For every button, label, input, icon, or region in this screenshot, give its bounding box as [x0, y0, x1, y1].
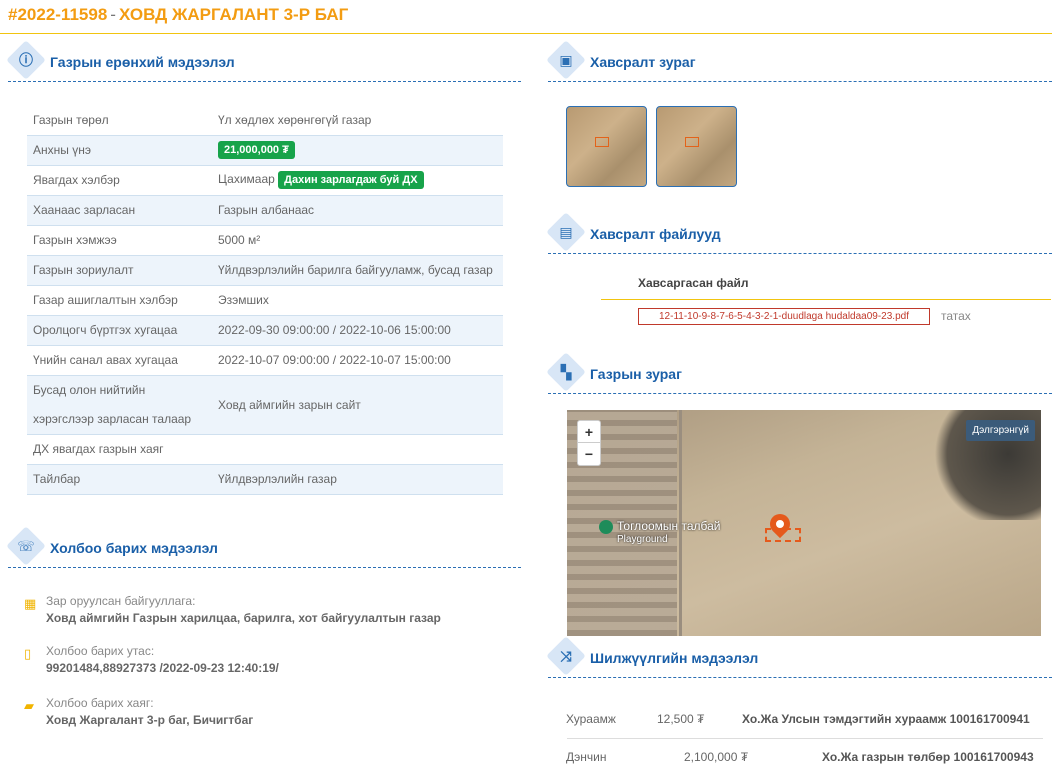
- row-value: Ховд аймгийн зарын сайт: [212, 375, 503, 435]
- transfer-title: Шилжүүлгийн мэдээлэл: [590, 650, 759, 666]
- row-key: Газрын хэмжээ: [27, 225, 212, 256]
- auction-name: ХОВД ЖАРГАЛАНТ 3-Р БАГ: [118, 5, 349, 24]
- general-info-header: ⓘ Газрын ерөнхий мэдээлэл: [6, 40, 521, 82]
- table-row: Газрын төрөл Үл хөдлөх хөрөнгөгүй газар: [27, 105, 503, 136]
- general-info-table: Газрын төрөл Үл хөдлөх хөрөнгөгүй газар А…: [27, 105, 503, 495]
- row-value: [212, 434, 503, 465]
- photos-title: Хавсралт зураг: [590, 54, 696, 70]
- row-key: Явагдах хэлбэр: [27, 165, 212, 196]
- table-row: Явагдах хэлбэр Цахимаар Дахин зарлагдаж б…: [27, 165, 503, 196]
- page: #2022-11598- ХОВД ЖАРГАЛАНТ 3-Р БАГ ⓘ Газ…: [0, 0, 1052, 774]
- row-value: Цахимаар Дахин зарлагдаж буй ДХ: [212, 165, 503, 196]
- poi-label-en: Playground: [617, 534, 668, 545]
- table-row: Газар ашиглалтын хэлбэр Эзэмших: [27, 285, 503, 316]
- row-value: Үйлдвэрлэлийн барилга байгууламж, бусад …: [212, 255, 503, 286]
- deposit-amount: 2,100,000 ₮: [684, 750, 749, 764]
- deposit-label: Дэнчин: [566, 750, 607, 764]
- title-separator: -: [110, 5, 116, 24]
- row-value: Газрын албанаас: [212, 195, 503, 226]
- transfer-header: ⤨ Шилжүүлгийн мэдээлэл: [546, 636, 1052, 678]
- zoom-control: + −: [577, 420, 601, 466]
- files-divider: [601, 299, 1051, 300]
- attached-file-link[interactable]: 12-11-10-9-8-7-6-5-4-3-2-1-duudlaga huda…: [638, 308, 930, 325]
- table-row: Үнийн санал авах хугацаа 2022-10-07 09:00…: [27, 345, 503, 376]
- table-row: Бусад олон нийтийн хэрэгслээр зарласан т…: [27, 375, 503, 435]
- row-value: Эзэмших: [212, 285, 503, 316]
- zoom-in-button[interactable]: +: [578, 421, 600, 443]
- fee-amount: 12,500 ₮: [657, 712, 705, 726]
- photos-header: ▣ Хавсралт зураг: [546, 40, 1052, 82]
- map-title: Газрын зураг: [590, 366, 682, 382]
- row-key: Хаанаас зарласан: [27, 195, 212, 226]
- general-info-title: Газрын ерөнхий мэдээлэл: [50, 54, 235, 70]
- photo-thumbnail[interactable]: [656, 106, 737, 187]
- row-key: Бусад олон нийтийн хэрэгслээр зарласан т…: [27, 375, 212, 435]
- phone-icon: ☏: [17, 537, 35, 554]
- row-key: Үнийн санал авах хугацаа: [27, 345, 212, 376]
- table-row: Газрын хэмжээ 5000 м²: [27, 225, 503, 256]
- row-key: ДХ явагдах газрын хаяг: [27, 434, 212, 465]
- row-value: 5000 м²: [212, 225, 503, 256]
- phone-value: 99201484,88927373 /2022-09-23 12:40:19/: [46, 661, 279, 675]
- row-key: Газар ашиглалтын хэлбэр: [27, 285, 212, 316]
- land-map[interactable]: + − Дэлгэрэнгүй Тоглоомын талбай Playgro…: [567, 410, 1041, 636]
- table-row: Анхны үнэ 21,000,000 ₮: [27, 135, 503, 166]
- fee-account: Хо.Жа Улсын тэмдэгтийн хураамж 100161700…: [742, 712, 1030, 726]
- org-label: Зар оруулсан байгууллага:: [46, 594, 196, 608]
- row-key: Оролцогч бүртгэх хугацаа: [27, 315, 212, 346]
- file-icon: ▤: [559, 223, 573, 240]
- table-row: Оролцогч бүртгэх хугацаа 2022-09-30 09:00…: [27, 315, 503, 346]
- building-icon: ▦: [24, 596, 37, 611]
- row-key: Тайлбар: [27, 464, 212, 495]
- table-row: Тайлбар Үйлдвэрлэлийн газар: [27, 464, 503, 495]
- row-key: Анхны үнэ: [27, 135, 212, 166]
- auction-type: Цахимаар: [218, 172, 275, 186]
- phone-label: Холбоо барих утас:: [46, 644, 155, 658]
- page-title: #2022-11598- ХОВД ЖАРГАЛАНТ 3-Р БАГ: [8, 5, 348, 25]
- map-header: ▚ Газрын зураг: [546, 352, 1052, 394]
- files-title: Хавсралт файлууд: [590, 226, 721, 242]
- address-value: Ховд Жаргалант 3-р баг, Бичигтбаг: [46, 713, 254, 727]
- table-row: Газрын зориулалт Үйлдвэрлэлийн барилга ба…: [27, 255, 503, 286]
- poi-label: Тоглоомын талбай: [617, 519, 721, 533]
- deposit-account: Хо.Жа газрын төлбөр 100161700943: [822, 750, 1034, 764]
- row-value: 21,000,000 ₮: [212, 135, 503, 166]
- map-marker-icon: ▰: [24, 698, 34, 713]
- image-icon: ▣: [559, 51, 573, 68]
- info-icon: ⓘ: [19, 52, 33, 68]
- row-value: 2022-09-30 09:00:00 / 2022-10-06 15:00:0…: [212, 315, 503, 346]
- row-value: 2022-10-07 09:00:00 / 2022-10-07 15:00:0…: [212, 345, 503, 376]
- mobile-icon: ▯: [24, 646, 32, 661]
- table-row: Хаанаас зарласан Газрын албанаас: [27, 195, 503, 226]
- fee-label: Хураамж: [566, 712, 616, 726]
- row-value: Үйлдвэрлэлийн газар: [212, 464, 503, 495]
- row-value: Үл хөдлөх хөрөнгөгүй газар: [212, 105, 503, 136]
- title-bar: #2022-11598- ХОВД ЖАРГАЛАНТ 3-Р БАГ: [0, 0, 1052, 34]
- start-price-badge: 21,000,000 ₮: [218, 141, 295, 159]
- shuffle-icon: ⤨: [560, 647, 572, 664]
- row-key: Газрын зориулалт: [27, 255, 212, 286]
- map-icon: ▚: [560, 363, 572, 380]
- org-value: Ховд аймгийн Газрын харилцаа, барилга, х…: [46, 611, 441, 625]
- files-column-header: Хавсаргасан файл: [638, 276, 749, 290]
- address-label: Холбоо барих хаяг:: [46, 696, 154, 710]
- contact-title: Холбоо барих мэдээлэл: [50, 540, 218, 556]
- files-header: ▤ Хавсралт файлууд: [546, 212, 1052, 254]
- playground-icon: [599, 520, 613, 534]
- download-link[interactable]: татах: [941, 309, 971, 323]
- fullscreen-button[interactable]: Дэлгэрэнгүй: [966, 420, 1035, 441]
- reannounced-badge: Дахин зарлагдаж буй ДХ: [278, 171, 424, 189]
- zoom-out-button[interactable]: −: [578, 443, 600, 465]
- auction-id: #2022-11598: [8, 5, 108, 24]
- photo-thumbnail[interactable]: [566, 106, 647, 187]
- table-row: ДХ явагдах газрын хаяг: [27, 434, 503, 465]
- contact-header: ☏ Холбоо барих мэдээлэл: [6, 526, 521, 568]
- transfer-divider: [567, 738, 1043, 739]
- row-key: Газрын төрөл: [27, 105, 212, 136]
